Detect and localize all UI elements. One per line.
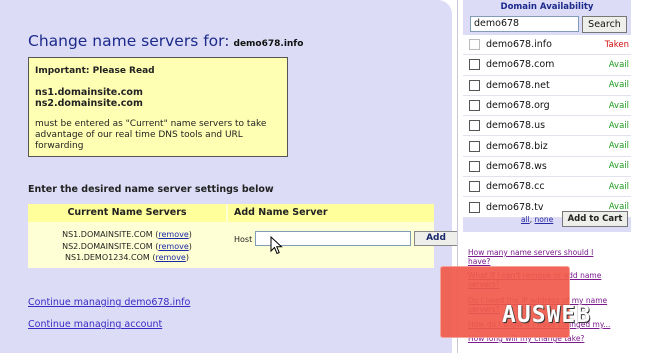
- cart-row: all, none Add to Cart: [463, 211, 631, 227]
- domain-status-badge: Avail: [608, 100, 629, 111]
- continue-managing-account-link[interactable]: Continue managing account: [28, 319, 162, 330]
- notice-message: must be entered as "Current" name server…: [35, 119, 267, 151]
- domain-availability-panel: Domain Availability demo678 Search demo6…: [463, 0, 631, 232]
- domain-result-name: demo678.ws: [486, 160, 547, 172]
- checkbox-icon[interactable]: [469, 160, 480, 172]
- domain-result-row: demo678.com Avail: [463, 55, 631, 76]
- continue-managing-domain-link[interactable]: Continue managing demo678.info: [28, 297, 190, 308]
- select-links: all, none: [521, 215, 553, 224]
- name-server-table: Current Name Servers Add Name Server NS1…: [28, 204, 458, 268]
- domain-status-badge: Avail: [608, 80, 629, 91]
- checkbox-icon[interactable]: [469, 79, 480, 91]
- domain-search-input[interactable]: demo678: [470, 16, 579, 32]
- current-name-servers-header: Current Name Servers: [28, 204, 226, 222]
- select-none-link[interactable]: none: [535, 215, 554, 224]
- page-title-domain: demo678.info: [233, 39, 304, 49]
- domain-result-name: demo678.us: [486, 120, 546, 132]
- page-title-text: Change name servers for:: [28, 32, 230, 50]
- checkbox-icon[interactable]: [469, 120, 480, 132]
- domain-result-row: demo678.net Avail: [463, 76, 631, 96]
- domain-result-name: demo678.cc: [486, 181, 545, 193]
- domain-status-badge: Avail: [608, 161, 629, 172]
- section-label: Enter the desired name server settings b…: [28, 184, 274, 195]
- domain-status-badge: Avail: [608, 181, 629, 192]
- domain-result-name: demo678.net: [486, 79, 550, 91]
- domain-result-row: demo678.cc Avail: [463, 177, 631, 198]
- domain-result-name: demo678.info: [486, 39, 552, 51]
- domain-status-badge: Avail: [608, 59, 629, 70]
- watermark-logo-text: AUSWEB: [502, 302, 592, 328]
- checkbox-icon: [469, 39, 480, 51]
- current-name-server-row: NS2.DOMAINSITE.COM (remove): [62, 241, 192, 251]
- faq-link[interactable]: How many name servers should I have?: [468, 248, 618, 266]
- host-label: Host :: [234, 235, 258, 244]
- domain-result-row: demo678.us Avail: [463, 116, 631, 137]
- availability-list: demo678.info Taken demo678.com Avail demo678…: [463, 35, 631, 218]
- checkbox-icon[interactable]: [469, 59, 480, 71]
- name-server-name: NS1.DOMAINSITE.COM: [62, 230, 153, 239]
- name-server-name: NS2.DOMAINSITE.COM: [62, 241, 153, 251]
- notice-ns2: ns2.domainsite.com: [35, 98, 143, 109]
- checkbox-icon[interactable]: [469, 140, 480, 152]
- domain-result-row: demo678.info Taken: [463, 35, 631, 56]
- current-name-server-row: NS1.DOMAINSITE.COM (remove): [62, 230, 192, 239]
- select-separator: ,: [529, 215, 533, 224]
- domain-result-name: demo678.com: [486, 59, 555, 71]
- select-all-link[interactable]: all: [521, 215, 530, 224]
- domain-status-badge: Avail: [608, 120, 629, 131]
- domain-result-name: demo678.biz: [486, 140, 548, 152]
- add-name-server-button[interactable]: Add: [414, 231, 458, 246]
- domain-result-row: demo678.ws Avail: [463, 157, 631, 178]
- domain-result-name: demo678.org: [486, 100, 550, 112]
- remove-link[interactable]: remove: [158, 230, 188, 239]
- domain-result-row: demo678.biz Avail: [463, 136, 631, 157]
- domain-result-row: demo678.org Avail: [463, 96, 631, 117]
- current-name-server-row: NS1.DEMO1234.COM (remove): [65, 253, 189, 262]
- name-server-name: NS1.DEMO1234.COM: [65, 253, 150, 262]
- checkbox-icon[interactable]: [469, 100, 480, 112]
- checkbox-icon[interactable]: [469, 181, 480, 193]
- current-name-server-list: NS1.DOMAINSITE.COM (remove) NS2.DOMAINSI…: [28, 229, 226, 264]
- page-title: Change name servers for: demo678.info: [28, 32, 303, 50]
- remove-link[interactable]: remove: [158, 242, 188, 251]
- add-name-server-header: Add Name Server: [228, 204, 434, 222]
- notice-heading: Important: Please Read: [35, 66, 155, 76]
- important-notice: Important: Please Read ns1.domainsite.co…: [28, 57, 288, 157]
- mouse-pointer-icon: [270, 236, 283, 255]
- notice-ns1: ns1.domainsite.com: [35, 87, 143, 98]
- search-button[interactable]: Search: [582, 16, 627, 33]
- domain-status-badge: Avail: [608, 141, 629, 152]
- domain-status-badge: Taken: [604, 39, 629, 50]
- add-to-cart-button[interactable]: Add to Cart: [562, 211, 628, 227]
- remove-link[interactable]: remove: [155, 253, 185, 262]
- domain-availability-title: Domain Availability: [500, 2, 594, 12]
